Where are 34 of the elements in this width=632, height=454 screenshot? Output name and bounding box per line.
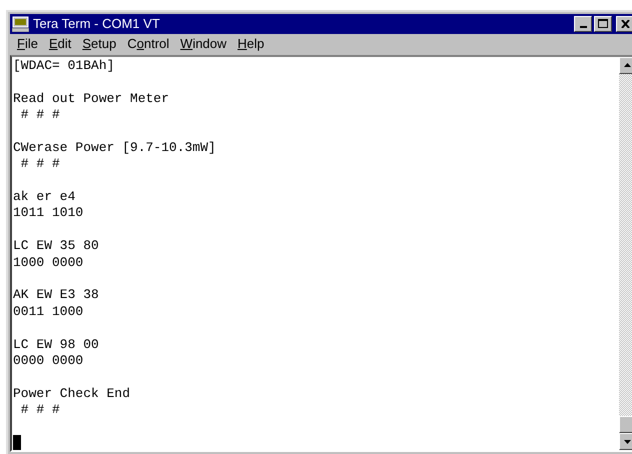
scroll-thumb[interactable]	[619, 416, 632, 433]
up-arrow-icon	[624, 63, 631, 68]
menu-item[interactable]: Edit	[44, 36, 76, 50]
menu-item[interactable]: Window	[175, 36, 232, 50]
terminal-line: 0011 1000	[13, 304, 84, 319]
menu-item[interactable]: Setup	[77, 36, 122, 50]
window-title: Tera Term - COM1 VT	[33, 17, 160, 30]
terminal-line: AK EW E3 38	[13, 287, 99, 302]
terminal-line: 0000 0000	[13, 353, 84, 368]
terminal-line: LC EW 35 80	[13, 238, 99, 254]
terminal-icon	[12, 16, 29, 32]
scroll-down-button[interactable]	[619, 433, 632, 450]
scrollbar[interactable]	[619, 56, 632, 450]
down-arrow-icon	[624, 440, 631, 444]
terminal-line: [WDAC= 01BAh]	[13, 58, 114, 73]
scroll-up-button[interactable]	[619, 56, 632, 74]
terminal-line: CWerase Power [9.7-10.3mW]	[13, 140, 216, 155]
terminal-line: # # #	[20, 402, 60, 418]
menu-item[interactable]: File	[12, 36, 43, 50]
maximize-button[interactable]	[594, 16, 612, 32]
terminal-line: LC EW 98 00	[13, 336, 99, 352]
text-cursor	[13, 435, 21, 450]
menu-item[interactable]: Control	[122, 36, 174, 50]
terminal-line: # # #	[20, 156, 60, 172]
terminal-line: 1000 0000	[13, 254, 84, 270]
terminal-line: # # #	[20, 106, 60, 122]
terminal-line: Power Check End	[13, 386, 130, 401]
terminal-line: Read out Power Meter	[13, 90, 170, 106]
terminal-line: 1011 1010	[13, 205, 84, 220]
minimize-button[interactable]	[574, 16, 592, 32]
terminal-line: ak er e4	[13, 188, 76, 204]
close-button[interactable]	[616, 16, 632, 32]
menu-item[interactable]: Help	[232, 36, 270, 50]
close-icon	[620, 20, 630, 28]
